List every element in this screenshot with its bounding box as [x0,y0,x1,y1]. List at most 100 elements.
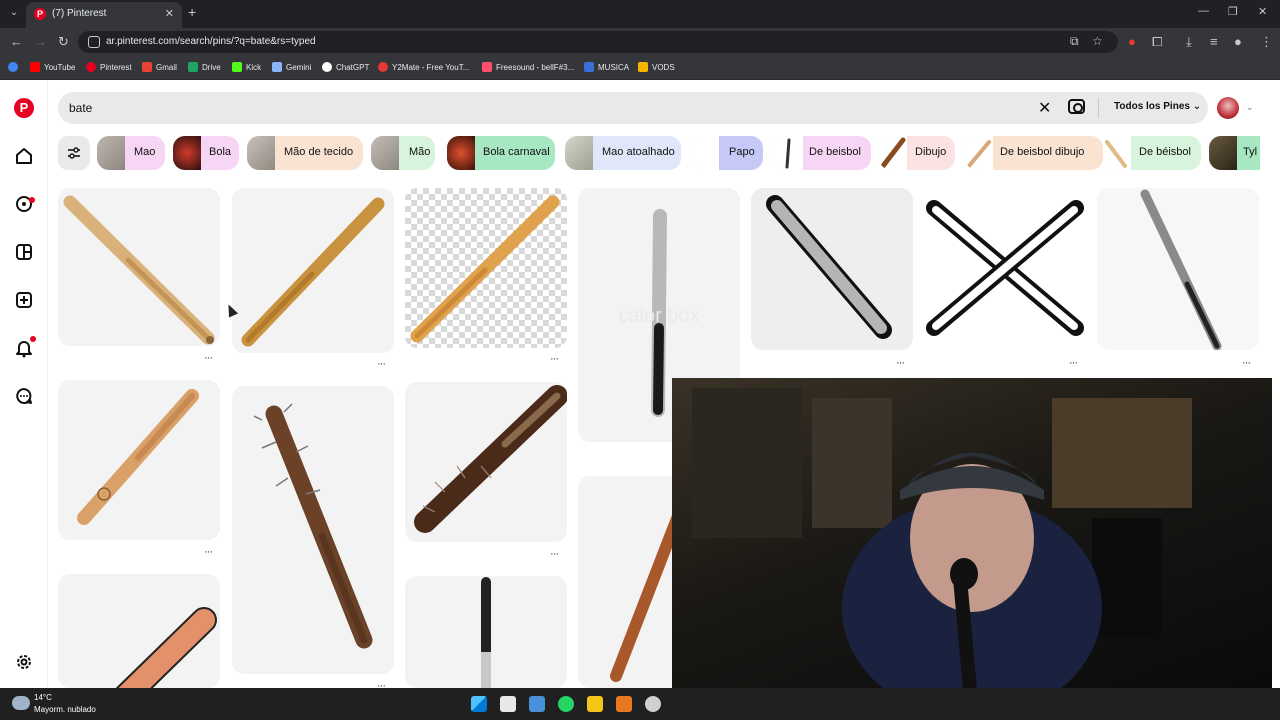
pin-card[interactable] [58,380,220,540]
bookmark-kick[interactable]: Kick [232,62,261,72]
home-icon[interactable] [14,146,34,166]
chip-de-beisbol[interactable]: De beisbol [775,136,871,170]
baseball-bat-image [63,195,215,345]
webcam-overlay [672,378,1272,690]
forward-icon[interactable]: → [34,34,47,49]
pin-card[interactable] [924,188,1086,350]
bookmark-drive[interactable]: Drive [188,62,221,72]
pin-more-options[interactable]: ··· [204,546,213,558]
bookmark-freesound[interactable]: Freesound - bellF#3... [482,62,574,72]
close-window-icon[interactable]: ✕ [1258,5,1267,18]
pin-card[interactable] [1097,188,1259,350]
pinterest-logo-icon[interactable]: P [14,98,34,118]
chip-dibujo[interactable]: Dibujo [879,136,955,170]
taskbar-app-icon[interactable] [529,696,545,712]
pinterest-favicon-icon: P [34,8,46,20]
chip-thumbnail [97,136,125,170]
restore-icon[interactable]: ❐ [1228,5,1238,18]
pin-more-options[interactable]: ··· [550,353,559,365]
notification-dot [30,336,36,342]
bookmark-chatgpt[interactable]: ChatGPT [322,62,369,72]
chrome-icon[interactable] [645,696,661,712]
browser-tab-bar: ⌄ P (7) Pinterest ✕ + — ❐ ✕ [0,0,1280,28]
bookmark-vods[interactable]: VODS [638,62,675,72]
chip-mao-de-tecido[interactable]: Mão de tecido [247,136,363,170]
pin-more-options[interactable]: ··· [550,548,559,560]
start-windows-icon[interactable] [471,696,487,712]
pin-card[interactable] [58,574,220,688]
filter-sliders-icon [68,147,80,159]
avatar[interactable] [1217,97,1239,119]
filter-button[interactable] [58,136,90,170]
google-icon[interactable] [8,62,22,72]
chip-de-beisbol-2[interactable]: De béisbol [1103,136,1201,170]
url-field[interactable]: ar.pinterest.com/search/pins/?q=bate&rs=… [78,31,1118,53]
notification-dot [29,197,35,203]
menu-icon[interactable]: ⋮ [1260,34,1273,50]
pin-more-options[interactable]: ··· [377,358,386,370]
taskbar-app-icon[interactable] [500,696,516,712]
extensions-puzzle-icon[interactable]: ⧠ [1152,34,1162,50]
bookmark-y2mate[interactable]: Y2Mate - Free YouT... [378,62,469,72]
bookmark-gemini[interactable]: Gemini [272,62,311,72]
address-bar: ← → ↻ ar.pinterest.com/search/pins/?q=ba… [0,28,1280,56]
pin-more-options[interactable]: ··· [1069,357,1078,369]
chip-mao-2[interactable]: Mão [371,136,435,170]
chip-thumbnail [965,136,993,170]
weather-cloud-icon[interactable] [12,696,30,710]
pin-card[interactable] [232,188,394,353]
search-query: bate [69,101,93,115]
pin-more-options[interactable]: ··· [1242,357,1251,369]
boards-icon[interactable] [14,242,34,262]
install-app-icon[interactable]: ⧉ [1070,34,1079,49]
account-chevron-down-icon[interactable]: ⌄ [1246,102,1254,113]
tab-close-icon[interactable]: ✕ [165,7,174,20]
pin-card[interactable] [405,188,567,348]
new-tab-icon[interactable]: + [188,4,196,20]
pin-card[interactable] [751,188,913,350]
settings-gear-icon[interactable] [14,652,34,672]
chip-thumbnail [691,136,719,170]
reload-icon[interactable]: ↻ [58,34,69,50]
profile-icon[interactable]: ● [1234,34,1242,49]
back-icon[interactable]: ← [10,34,23,49]
create-icon[interactable] [14,290,34,310]
media-icon[interactable]: ≡ [1210,34,1218,49]
browser-tab[interactable]: P (7) Pinterest ✕ [26,2,182,28]
file-explorer-icon[interactable] [587,696,603,712]
chip-bola-carnaval[interactable]: Bola carnaval [447,136,555,170]
taskbar-app-icon[interactable] [616,696,632,712]
pin-filter-dropdown[interactable]: Todos los Pines ⌄ [1114,101,1201,112]
extension-icon[interactable]: ● [1128,34,1136,49]
chip-mao[interactable]: Mao [97,136,165,170]
bookmark-youtube[interactable]: YouTube [30,62,75,72]
bookmark-musica[interactable]: MUSICA [584,62,629,72]
site-info-icon[interactable] [88,36,100,48]
pin-more-options[interactable]: ··· [204,352,213,364]
chip-bola[interactable]: Bola [173,136,239,170]
minimize-icon[interactable]: — [1198,5,1209,17]
whatsapp-icon[interactable] [558,696,574,712]
messages-icon[interactable] [14,386,34,406]
chip-thumbnail [371,136,399,170]
pin-card[interactable] [58,188,220,346]
tab-search-icon[interactable]: ⌄ [6,5,22,21]
search-input[interactable]: bate ✕ Todos los Pines ⌄ [58,92,1208,124]
pin-more-options[interactable]: ··· [896,357,905,369]
bookmark-gmail[interactable]: Gmail [142,62,177,72]
chip-de-beisbol-dibujo[interactable]: De beisbol dibujo [965,136,1103,170]
download-icon[interactable]: ⤓ [1186,34,1192,50]
chip-mao-atoalhado[interactable]: Mao atoalhado [565,136,681,170]
chip-thumbnail [1209,136,1237,170]
bookmarks-bar: YouTube Pinterest Gmail Drive Kick Gemin… [0,56,1280,80]
pin-card[interactable] [405,576,567,688]
chip-papo[interactable]: Papo [691,136,763,170]
bookmark-star-icon[interactable]: ☆ [1092,34,1103,48]
clear-search-icon[interactable]: ✕ [1038,98,1051,118]
baseball-bat-image [766,195,892,339]
bookmark-pinterest[interactable]: Pinterest [86,62,132,72]
visual-search-camera-icon[interactable] [1068,99,1085,114]
pin-card[interactable] [405,382,567,542]
pin-card[interactable] [232,386,394,674]
chip-tyl[interactable]: Tyl [1209,136,1260,170]
